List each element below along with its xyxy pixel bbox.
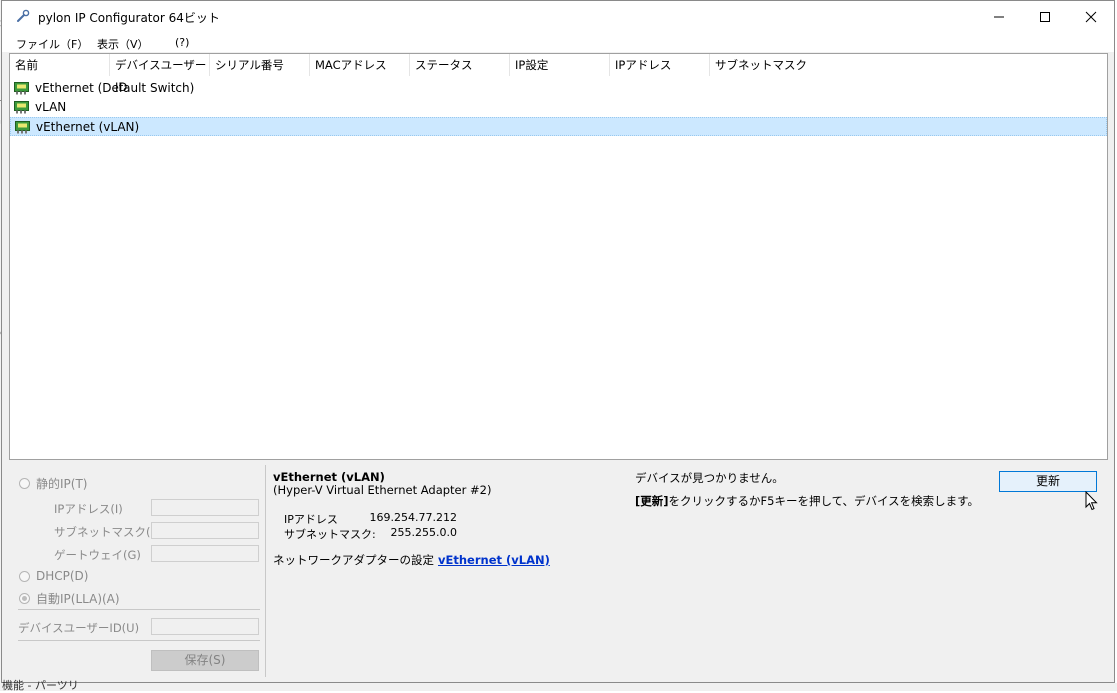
column-header-ip[interactable]: IPアドレス bbox=[610, 54, 710, 76]
status-hint: [更新]をクリックするかF5キーを押して、デバイスを検索します。 bbox=[635, 493, 979, 509]
dhcp-label: DHCP(D) bbox=[36, 569, 89, 583]
subnet-mask-value: 255.255.0.0 bbox=[390, 526, 457, 539]
device-user-id-label: デバイスユーザーID(U) bbox=[18, 621, 140, 635]
static-ip-label: 静的IP(T) bbox=[36, 477, 88, 491]
radio-checked-icon bbox=[19, 593, 30, 604]
adapter-settings-line: ネットワークアダプターの設定 vEthernet (vLAN) bbox=[273, 552, 550, 568]
close-icon bbox=[1085, 11, 1097, 22]
adapter-settings-link[interactable]: vEthernet (vLAN) bbox=[438, 553, 550, 567]
list-header: 名前 デバイスユーザーID シリアル番号 MACアドレス ステータス IP設定 … bbox=[10, 54, 1107, 94]
ip-settings-panel: 静的IP(T) IPアドレス(I) サブネットマスク(M) ゲートウェイ(G) … bbox=[2, 461, 265, 682]
subnet-mask-label: サブネットマスク(M) bbox=[54, 525, 165, 539]
gateway-label: ゲートウェイ(G) bbox=[54, 548, 141, 562]
list-item[interactable]: vEthernet (Default Switch) bbox=[10, 79, 1107, 98]
divider bbox=[18, 640, 260, 641]
selected-device-description: (Hyper-V Virtual Ethernet Adapter #2) bbox=[273, 483, 492, 497]
gateway-input[interactable] bbox=[151, 545, 259, 562]
menu-file[interactable]: ファイル（F） bbox=[16, 36, 88, 52]
status-message: デバイスが見つかりません。 bbox=[635, 471, 784, 485]
auto-ip-label: 自動IP(LLA)(A) bbox=[36, 592, 120, 606]
auto-ip-radio[interactable]: 自動IP(LLA)(A) bbox=[19, 590, 120, 607]
ip-address-input[interactable] bbox=[151, 499, 259, 516]
ip-address-value: 169.254.77.212 bbox=[369, 511, 457, 524]
menu-bar: ファイル（F） 表示（V） (?) bbox=[2, 32, 1114, 52]
device-list[interactable]: 名前 デバイスユーザーID シリアル番号 MACアドレス ステータス IP設定 … bbox=[9, 53, 1108, 460]
device-name: vLAN bbox=[35, 100, 67, 114]
list-item-selected[interactable]: vEthernet (vLAN) bbox=[10, 117, 1107, 136]
save-button[interactable]: 保存(S) bbox=[151, 650, 259, 671]
close-button[interactable] bbox=[1068, 1, 1114, 32]
panel-divider bbox=[265, 465, 266, 677]
status-hint-text: をクリックするかF5キーを押して、デバイスを検索します。 bbox=[668, 494, 980, 508]
list-item[interactable]: vLAN bbox=[10, 98, 1107, 117]
refresh-button[interactable]: 更新 bbox=[999, 471, 1097, 492]
network-adapter-icon bbox=[14, 101, 29, 114]
column-header-serial[interactable]: シリアル番号 bbox=[210, 54, 310, 76]
maximize-icon bbox=[1040, 11, 1050, 22]
device-name: vEthernet (Default Switch) bbox=[35, 81, 195, 95]
menu-help[interactable]: (?) bbox=[175, 36, 189, 49]
network-adapter-icon bbox=[15, 121, 30, 134]
adapter-settings-label: ネットワークアダプターの設定 bbox=[273, 553, 434, 567]
column-header-user-id[interactable]: デバイスユーザーID bbox=[110, 54, 210, 94]
subnet-mask-input[interactable] bbox=[151, 522, 259, 539]
menu-view[interactable]: 表示（V） bbox=[97, 36, 149, 52]
mouse-cursor-icon bbox=[1085, 491, 1098, 511]
column-header-subnet[interactable]: サブネットマスク bbox=[710, 54, 830, 76]
static-ip-radio[interactable]: 静的IP(T) bbox=[19, 475, 87, 492]
device-user-id-input[interactable] bbox=[151, 618, 259, 635]
minimize-button[interactable] bbox=[976, 1, 1022, 32]
divider bbox=[18, 609, 260, 610]
app-window: pylon IP Configurator 64ビット ファイル（F） 表示（V… bbox=[1, 0, 1115, 683]
maximize-button[interactable] bbox=[1022, 1, 1068, 32]
wrench-icon bbox=[17, 9, 30, 22]
column-header-mac[interactable]: MACアドレス bbox=[310, 54, 410, 76]
column-header-ip-config[interactable]: IP設定 bbox=[510, 54, 610, 76]
ip-address-label: IPアドレス(I) bbox=[54, 502, 123, 516]
ip-address-caption: IPアドレス bbox=[284, 513, 338, 526]
column-header-status[interactable]: ステータス bbox=[410, 54, 510, 76]
column-header-name[interactable]: 名前 bbox=[10, 54, 110, 76]
status-hint-bold: [更新] bbox=[635, 494, 669, 508]
radio-circle-icon bbox=[19, 478, 30, 489]
device-name: vEthernet (vLAN) bbox=[36, 120, 140, 134]
title-bar[interactable]: pylon IP Configurator 64ビット bbox=[2, 1, 1114, 32]
background-window-edge: 機能 - パーツリ bbox=[0, 679, 1117, 692]
dhcp-radio[interactable]: DHCP(D) bbox=[19, 569, 88, 583]
network-adapter-icon bbox=[14, 82, 29, 95]
details-area: 静的IP(T) IPアドレス(I) サブネットマスク(M) ゲートウェイ(G) … bbox=[2, 461, 1114, 682]
radio-circle-icon bbox=[19, 570, 30, 582]
selected-device-name: vEthernet (vLAN) bbox=[273, 470, 385, 484]
window-title: pylon IP Configurator 64ビット bbox=[38, 11, 220, 25]
minimize-icon bbox=[994, 16, 1004, 17]
